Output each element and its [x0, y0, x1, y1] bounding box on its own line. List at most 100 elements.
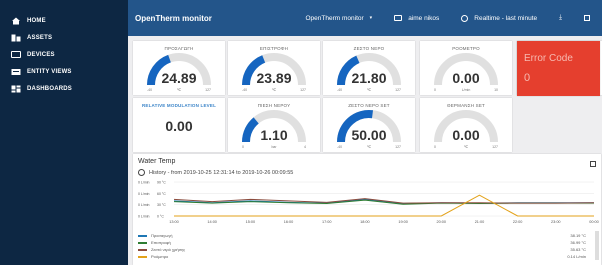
gauge-value: 1.10 — [260, 127, 288, 143]
legend-name: Ζεστό νερό χρήσης — [151, 247, 186, 252]
legend-name: Επιστροφή — [151, 240, 171, 245]
legend-swatch — [138, 256, 147, 258]
history-icon — [138, 169, 145, 176]
panel-fullscreen-icon[interactable] — [590, 161, 596, 167]
legend-value: 0.14 L/min — [567, 254, 586, 259]
x-tick-label: 13:00 — [169, 220, 179, 224]
gauge-card: ΘΕΡΜΑΝΣΗ SET 0 127 ℃ 0.00 — [420, 98, 512, 152]
x-tick-label: 21:00 — [475, 220, 485, 224]
legend-swatch — [138, 249, 147, 251]
sidebar-item-home[interactable]: HOME — [0, 12, 128, 29]
history-subtitle: History - from 2019-10-25 12:31:14 to 20… — [138, 169, 293, 176]
gauge-arc — [337, 53, 401, 86]
gauge-arc — [147, 53, 211, 86]
gauge-unit: L/min — [461, 88, 471, 92]
x-tick-label: 19:00 — [398, 220, 408, 224]
x-tick-label: 17:00 — [322, 220, 332, 224]
history-range: History - from 2019-10-25 12:31:14 to 20… — [149, 169, 294, 176]
app-window: HOME ASSETS DEVICES ENTITY VIEWS DASHBOA… — [0, 0, 602, 265]
gauge-value: 0.00 — [165, 118, 193, 134]
x-tick-label: 20:00 — [437, 220, 447, 224]
legend-value: 36.99 °C — [570, 240, 586, 245]
sidebar-item-label: DASHBOARDS — [27, 85, 73, 92]
sidebar-item-label: DEVICES — [27, 51, 55, 58]
legend-item[interactable]: Ζεστό νερό χρήσης 35.63 °C — [138, 246, 586, 253]
y-tick-label: 0 L/min — [138, 192, 150, 196]
x-tick-label: 23:00 — [551, 220, 561, 224]
chevron-down-icon[interactable]: ▾ — [370, 15, 373, 21]
water-temp-chart: 90 °C 60 °C 30 °C 0 °C 0 L/min 0 L/min 0 L/min… — [138, 181, 599, 225]
x-tick-label: 18:00 — [360, 220, 370, 224]
gauge-value: 0.00 — [452, 127, 480, 143]
y-tick-label: 0 L/min — [138, 203, 150, 207]
gauge-card: ΖΕΣΤΟ ΝΕΡΟ -40 127 ℃ 21.80 — [323, 41, 415, 95]
gauge-arc — [434, 110, 498, 143]
fullscreen-icon[interactable] — [584, 15, 590, 21]
gauge-unit: ℃ — [367, 88, 371, 92]
legend-name: Προσαγωγή — [151, 233, 173, 238]
legend-name: Ροόμετρο — [151, 254, 169, 259]
user-name[interactable]: aime nikos — [408, 15, 439, 22]
water-temp-panel: Water Temp History - from 2019-10-25 12:… — [133, 154, 601, 265]
x-tick-label: 14:00 — [207, 220, 217, 224]
page-title: OpenTherm monitor — [135, 14, 212, 23]
gauge-card: ΡΟΟΜΕΤΡΟ 0 10 L/min 0.00 — [420, 41, 512, 95]
gauge-arc — [242, 53, 306, 86]
y-tick-label: 60 °C — [157, 192, 166, 196]
gauge-value: 0.00 — [452, 70, 480, 86]
sidebar-item-label: ENTITY VIEWS — [27, 68, 72, 75]
gauge-card: ΕΠΙΣΤΡΟΦΗ -40 127 ℃ 23.89 — [228, 41, 320, 95]
error-code-value: 0 — [524, 72, 531, 84]
gauge-unit: ℃ — [367, 145, 371, 149]
download-icon[interactable]: ⤓ — [559, 14, 562, 22]
chart-legend: Προσαγωγή 38.19 °C Επιστροφή 36.99 °C Ζεστό … — [138, 232, 586, 260]
timewindow-button[interactable]: Realtime - last minute — [474, 15, 537, 22]
devices-icon — [11, 51, 21, 58]
x-tick-label: 00:00 — [589, 220, 599, 224]
gauge-unit: ℃ — [177, 88, 181, 92]
gauge-unit: bar — [271, 145, 277, 149]
series-line — [174, 194, 594, 217]
top-bar: OpenTherm monitor OpenTherm monitor ▾ ai… — [128, 0, 602, 36]
legend-swatch — [138, 235, 147, 237]
x-tick-label: 16:00 — [284, 220, 294, 224]
sidebar-item-label: ASSETS — [27, 34, 53, 41]
legend-swatch — [138, 242, 147, 244]
sidebar-item-assets[interactable]: ASSETS — [0, 29, 128, 46]
dashboard-content: ΠΡΟΣΑΓΩΓΗ -40 127 ℃ 24.89 ΕΠΙΣΤΡΟΦΗ -40 127 ℃ 23.… — [128, 36, 602, 265]
clock-icon — [461, 14, 469, 22]
entity-views-icon — [11, 68, 21, 75]
legend-value: 38.19 °C — [570, 233, 586, 238]
legend-item[interactable]: Ροόμετρο 0.14 L/min — [138, 253, 586, 260]
gauge-arc — [242, 110, 306, 143]
gauge-card: RELATIVE MODULATION LEVEL 0.00 — [133, 98, 225, 152]
sidebar-item-label: HOME — [27, 17, 46, 24]
gauge-card: ΖΕΣΤΟ ΝΕΡΟ SET -40 127 ℃ 50.00 — [323, 98, 415, 152]
legend-value: 35.63 °C — [570, 247, 586, 252]
gauge-title: RELATIVE MODULATION LEVEL — [141, 103, 217, 108]
sidebar: HOME ASSETS DEVICES ENTITY VIEWS DASHBOA… — [0, 0, 128, 265]
gauge-card: ΠΡΟΣΑΓΩΓΗ -40 127 ℃ 24.89 — [133, 41, 225, 95]
assets-icon — [11, 34, 21, 42]
y-tick-label: 0 L/min — [138, 181, 150, 185]
legend-item[interactable]: Επιστροφή 36.99 °C — [138, 239, 586, 246]
gauge-arc — [434, 53, 498, 86]
gauge-card: ΠΙΕΣΗ ΝΕΡΟΥ 0 4 bar 1.10 — [228, 98, 320, 152]
error-code-card: Error Code 0 — [517, 41, 600, 96]
top-bar-actions: OpenTherm monitor ▾ aime nikos Realtime … — [306, 14, 590, 22]
dashboard-select[interactable]: OpenTherm monitor — [306, 15, 364, 22]
gauge-value: 50.00 — [351, 127, 387, 143]
legend-item[interactable]: Προσαγωγή 38.19 °C — [138, 232, 586, 239]
sidebar-item-dashboards[interactable]: DASHBOARDS — [0, 80, 128, 97]
legend-scrollbar[interactable] — [595, 231, 599, 260]
y-tick-label: 30 °C — [157, 203, 166, 207]
x-tick-label: 22:00 — [513, 220, 523, 224]
sidebar-item-devices[interactable]: DEVICES — [0, 46, 128, 63]
sidebar-item-entity-views[interactable]: ENTITY VIEWS — [0, 63, 128, 80]
x-tick-label: 15:00 — [246, 220, 256, 224]
panel-title: Water Temp — [138, 158, 176, 165]
dashboards-icon — [11, 85, 21, 93]
gauge-value: 24.89 — [161, 70, 197, 86]
gauge-unit: ℃ — [272, 88, 276, 92]
y-tick-label: 0 L/min — [138, 215, 150, 219]
